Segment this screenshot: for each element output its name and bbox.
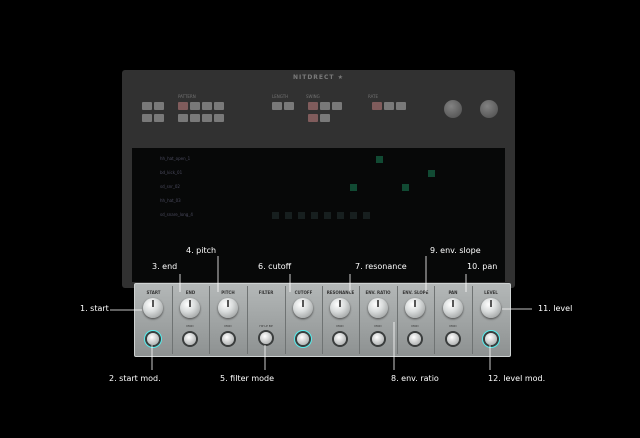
annotation-filter-mode: 5. filter mode <box>220 374 275 383</box>
annotation-level: 11. level <box>538 304 573 313</box>
annotation-lines <box>110 256 532 370</box>
annotation-cutoff: 6. cutoff <box>258 262 292 271</box>
annotation-env-slope: 9. env. slope <box>430 246 481 255</box>
annotation-start: 1. start <box>80 304 109 313</box>
annotation-pan: 10. pan <box>467 262 498 271</box>
annotation-end: 3. end <box>152 262 178 271</box>
annotation-pitch: 4. pitch <box>186 246 217 255</box>
annotation-resonance: 7. resonance <box>355 262 407 271</box>
annotation-env-ratio: 8. env. ratio <box>391 374 439 383</box>
annotation-start-mod: 2. start mod. <box>109 374 161 383</box>
annotation-level-mod: 12. level mod. <box>488 374 546 383</box>
